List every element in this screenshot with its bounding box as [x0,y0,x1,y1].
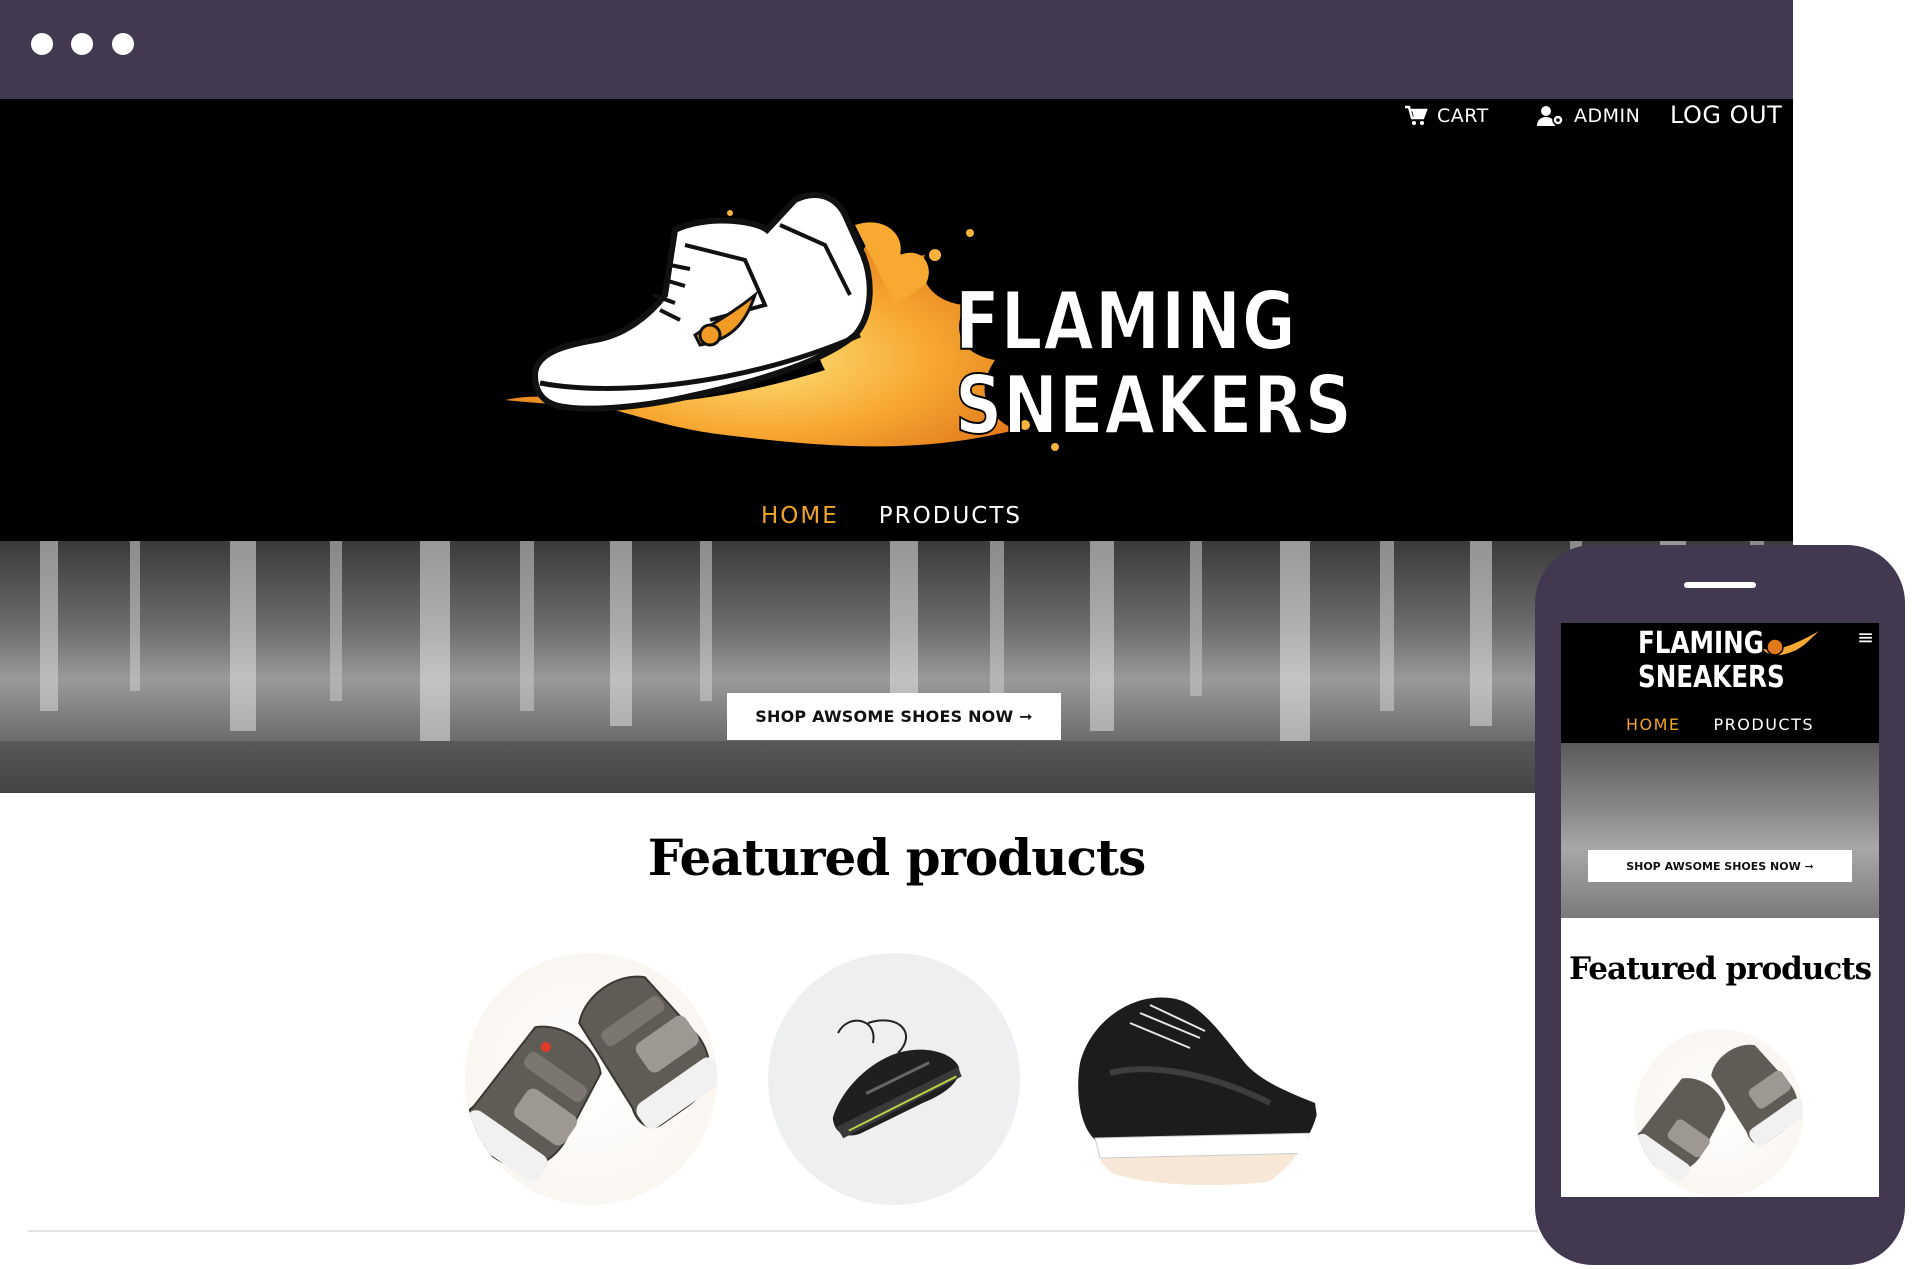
nav-home[interactable]: HOME [761,503,839,529]
admin-label: ADMIN [1574,105,1641,127]
content-divider [28,1230,1538,1232]
water-reflection-background [0,541,1793,793]
black-runner-image [832,1019,962,1139]
grey-sneakers-image [465,975,717,1182]
product-card-black-runner[interactable] [768,953,1020,1205]
cart-link[interactable]: CART [1404,105,1489,127]
desktop-browser-mockup: CART ADMIN LOG OUT FLAMING SNEAKERS HOME… [0,0,1793,1232]
phone-speaker [1684,582,1756,588]
mobile-nav: HOME PRODUCTS [1561,715,1879,734]
mobile-screen: FLAMING SNEAKERS ≡ HOME PRODUCTS SHOP AW… [1561,623,1879,1197]
shop-now-button[interactable]: SHOP AWSOME SHOES NOW ➞ [727,693,1061,740]
mobile-product-card[interactable] [1635,1029,1803,1197]
mobile-nav-home[interactable]: HOME [1626,715,1681,734]
mobile-shop-now-button[interactable]: SHOP AWSOME SHOES NOW ➞ [1588,850,1852,882]
mobile-phone-mockup: FLAMING SNEAKERS ≡ HOME PRODUCTS SHOP AW… [1535,545,1905,1265]
hero-banner: SHOP AWSOME SHOES NOW ➞ [0,541,1793,793]
brand-line-1: FLAMING [954,275,1297,368]
mobile-header: FLAMING SNEAKERS ≡ HOME PRODUCTS [1561,623,1879,743]
mobile-brand-line-2: SNEAKERS [1638,660,1785,695]
product-card-black-knit[interactable] [1070,953,1322,1205]
featured-products-title: Featured products [647,828,1147,887]
window-dot-icon [112,33,134,55]
mobile-featured-title: Featured products [1568,951,1872,987]
mobile-grey-sneakers-image [1635,1044,1803,1182]
admin-link[interactable]: ADMIN [1537,105,1640,127]
product-card-grey-high-top[interactable] [465,953,717,1205]
black-knit-sneakers-image [1078,997,1321,1185]
window-dot-icon [31,33,53,55]
window-dot-icon [71,33,93,55]
brand-wordmark[interactable]: FLAMING SNEAKERS [954,275,1353,452]
hamburger-menu-icon[interactable]: ≡ [1857,625,1874,649]
logout-link[interactable]: LOG OUT [1670,101,1782,129]
cart-label: CART [1437,105,1489,127]
cart-icon [1405,105,1428,125]
main-nav: HOME PRODUCTS [0,503,1793,529]
brand-line-2: SNEAKERS [954,359,1353,452]
mobile-nav-products[interactable]: PRODUCTS [1714,715,1815,734]
user-gear-icon [1537,106,1564,126]
browser-title-bar [0,0,1793,99]
mobile-flame-logo-icon [1763,631,1819,656]
nav-products[interactable]: PRODUCTS [879,503,1022,529]
mobile-hero-banner: SHOP AWSOME SHOES NOW ➞ [1561,743,1879,918]
